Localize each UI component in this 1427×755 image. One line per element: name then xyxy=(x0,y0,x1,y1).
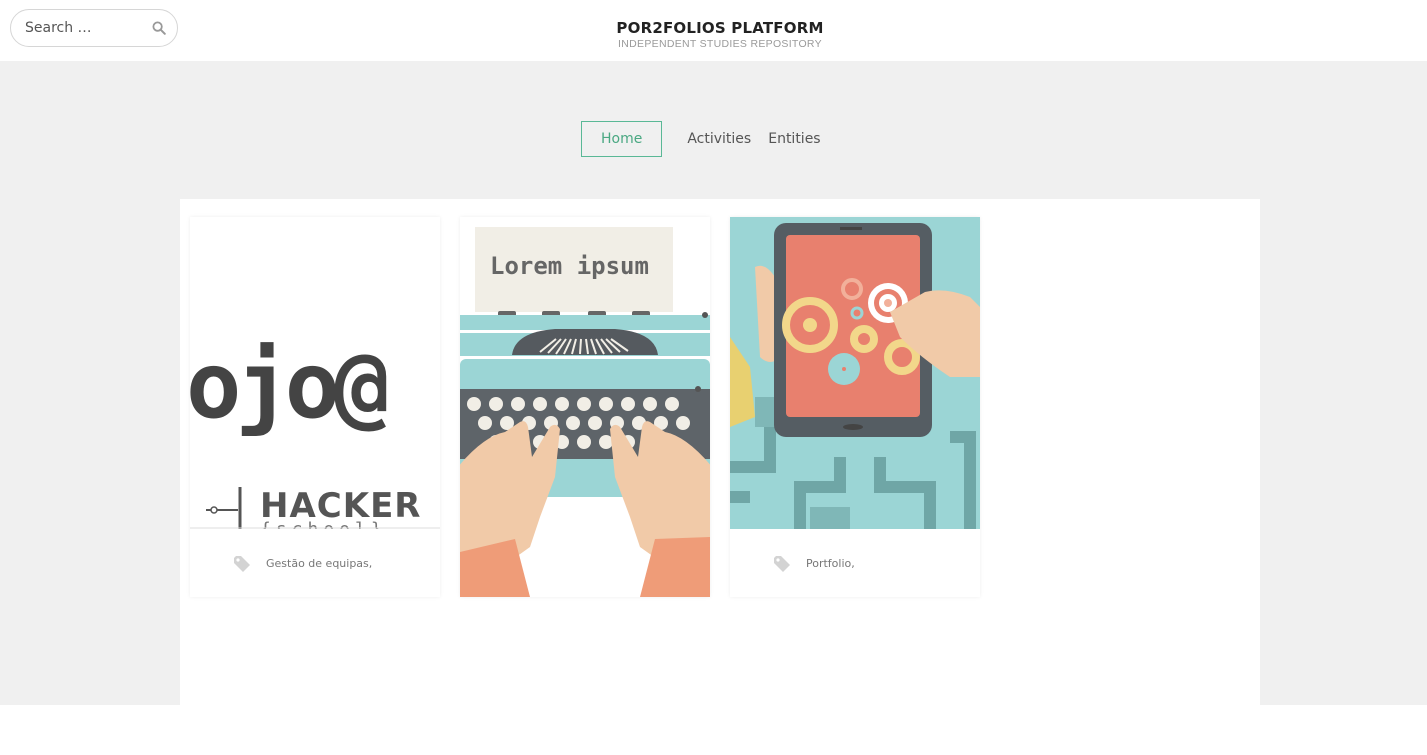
search-box[interactable] xyxy=(10,9,178,47)
site-branding: POR2FOLIOS PLATFORM INDEPENDENT STUDIES … xyxy=(520,19,920,51)
site-subtitle: INDEPENDENT STUDIES REPOSITORY xyxy=(618,38,822,50)
main-area: Home Activities Entities ojo@ HACKER {sc… xyxy=(0,61,1427,705)
card-tag-link[interactable]: Gestão de equipas, xyxy=(266,557,372,570)
nav-item-activities[interactable]: Activities xyxy=(687,122,751,156)
tag-icon xyxy=(234,556,250,572)
card-meta: Portfolio, xyxy=(730,529,980,597)
image-text-lorem: Lorem ipsum xyxy=(490,252,649,280)
card-meta: Gestão de equipas, xyxy=(190,529,440,597)
main-nav: Home Activities Entities xyxy=(581,121,821,157)
tag-icon xyxy=(774,556,790,572)
card-tag-link[interactable]: Portfolio, xyxy=(806,557,855,570)
portfolio-card[interactable]: Portfolio, xyxy=(730,217,980,597)
image-text-ojo: ojo@ xyxy=(190,332,387,439)
nav-item-entities[interactable]: Entities xyxy=(768,122,820,156)
top-bar: POR2FOLIOS PLATFORM INDEPENDENT STUDIES … xyxy=(0,0,1427,61)
page-footer xyxy=(0,705,1427,755)
site-title[interactable]: POR2FOLIOS PLATFORM xyxy=(520,19,920,37)
portfolio-card[interactable]: ojo@ HACKER {school} Gestão de equipas, xyxy=(190,217,440,597)
search-icon[interactable] xyxy=(152,21,166,35)
nav-item-home[interactable]: Home xyxy=(581,121,663,157)
card-thumbnail[interactable]: ojo@ HACKER {school} xyxy=(190,217,440,529)
tablet-gears-illustration-image xyxy=(730,217,980,529)
search-input[interactable] xyxy=(25,18,143,38)
card-thumbnail[interactable]: Lorem ipsum xyxy=(460,217,710,597)
typewriter-illustration-image: Lorem ipsum xyxy=(460,217,710,597)
portfolio-card[interactable]: Lorem ipsum xyxy=(460,217,710,597)
card-thumbnail[interactable] xyxy=(730,217,980,529)
portfolio-grid: ojo@ HACKER {school} Gestão de equipas, xyxy=(180,199,1260,705)
hacker-school-logo-image: ojo@ HACKER {school} xyxy=(190,217,440,529)
